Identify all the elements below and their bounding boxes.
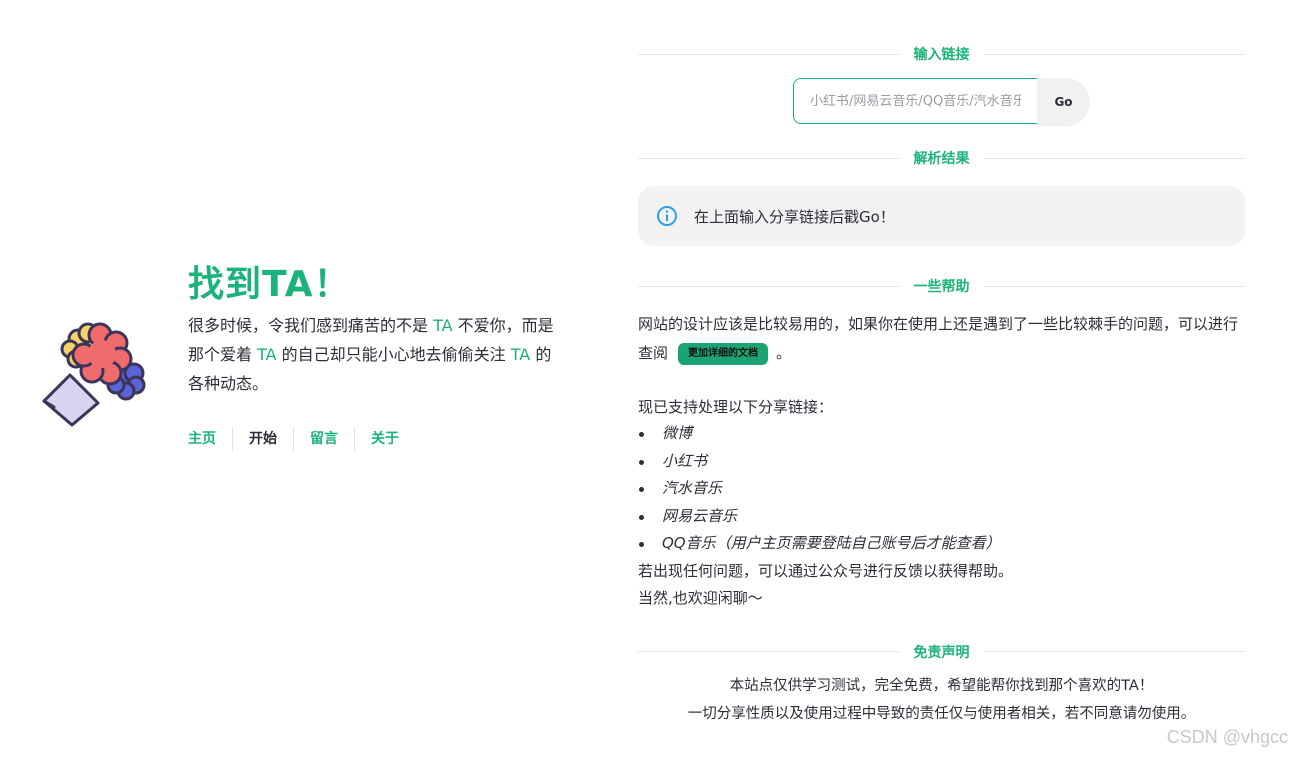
divider-line bbox=[638, 157, 900, 159]
hero-description: 很多时候，令我们感到痛苦的不是 TA 不爱你，而是那个爱着 TA 的自己却只能小… bbox=[188, 311, 558, 398]
list-item: 网易云音乐 bbox=[638, 503, 1245, 531]
ta-highlight: TA bbox=[257, 345, 277, 364]
nav-home-link[interactable]: 主页 bbox=[188, 427, 232, 451]
result-box: 在上面输入分享链接后戳Go！ bbox=[638, 186, 1245, 246]
hero-section: 找到TA！ 很多时候，令我们感到痛苦的不是 TA 不爱你，而是那个爱着 TA 的… bbox=[40, 255, 600, 465]
disclaimer-line: 一切分享性质以及使用过程中导致的责任仅与使用者相关，若不同意请勿使用。 bbox=[687, 705, 1196, 722]
desc-text: 很多时候，令我们感到痛苦的不是 bbox=[188, 316, 434, 335]
help-paragraph: 网站的设计应该是比较易用的，如果你在使用上还是遇到了一些比较棘手的问题，可以进行… bbox=[638, 310, 1245, 368]
list-item: 微博 bbox=[638, 420, 1245, 448]
disclaimer-section-title: 免责声明 bbox=[913, 644, 970, 661]
divider-line bbox=[638, 285, 900, 287]
divider-line bbox=[983, 53, 1245, 55]
list-item: 汽水音乐 bbox=[638, 475, 1245, 503]
list-item: 小红书 bbox=[638, 448, 1245, 476]
flower-bouquet-icon bbox=[42, 322, 146, 427]
help-section-title: 一些帮助 bbox=[913, 279, 970, 295]
input-section-title: 输入链接 bbox=[913, 47, 970, 63]
ta-highlight: TA bbox=[510, 345, 531, 364]
docs-button[interactable]: 更加详细的文档 bbox=[678, 342, 769, 365]
disclaimer-text: 本站点仅供学习测试，完全免费，希望能帮你找到那个喜欢的TA！ 一切分享性质以及使… bbox=[638, 672, 1245, 728]
feedback-text: 若出现任何问题，可以通过公众号进行反馈以获得帮助。 bbox=[638, 561, 1014, 580]
nav-start-link[interactable]: 开始 bbox=[232, 427, 293, 451]
main-panel: 输入链接 Go 解析结果 在上面输入分享链接后戳Go！ 一些帮助 网站的设计应该… bbox=[638, 38, 1245, 728]
help-text-end: 。 bbox=[776, 344, 792, 362]
section-divider-disclaimer: 免责声明 bbox=[638, 636, 1245, 668]
nav-message-link[interactable]: 留言 bbox=[293, 427, 354, 451]
nav-about-link[interactable]: 关于 bbox=[354, 427, 415, 451]
divider-line bbox=[638, 651, 900, 652]
section-divider-input: 输入链接 bbox=[638, 38, 1245, 70]
section-divider-result: 解析结果 bbox=[638, 142, 1245, 174]
hero-title: 找到TA！ bbox=[188, 264, 351, 305]
ta-highlight: TA bbox=[433, 316, 453, 335]
divider-line bbox=[983, 651, 1245, 652]
divider-line bbox=[983, 157, 1245, 159]
watermark: CSDN @vhgcc bbox=[1166, 727, 1288, 747]
hero-nav: 主页 开始 留言 关于 bbox=[188, 427, 415, 451]
link-input-row: Go bbox=[638, 78, 1245, 126]
section-divider-help: 一些帮助 bbox=[638, 270, 1245, 302]
info-icon bbox=[657, 206, 677, 226]
disclaimer-line: 本站点仅供学习测试，完全免费，希望能帮你找到那个喜欢的TA！ bbox=[729, 677, 1154, 694]
result-message: 在上面输入分享链接后戳Go！ bbox=[694, 207, 895, 226]
platform-list: 微博 小红书 汽水音乐 网易云音乐 QQ音乐（用户主页需要登陆自己账号后才能查看… bbox=[638, 420, 1245, 558]
support-title: 现已支持处理以下分享链接： bbox=[638, 398, 834, 416]
result-section-title: 解析结果 bbox=[913, 151, 970, 167]
chat-text: 当然,也欢迎闲聊～ bbox=[638, 588, 763, 607]
list-item: QQ音乐（用户主页需要登陆自己账号后才能查看） bbox=[638, 530, 1245, 558]
divider-line bbox=[983, 285, 1245, 287]
go-button[interactable]: Go bbox=[1037, 78, 1090, 126]
divider-line bbox=[638, 53, 900, 55]
desc-text: 的自己却只能小心地去偷偷关注 bbox=[276, 345, 511, 364]
share-link-input[interactable] bbox=[793, 78, 1037, 124]
